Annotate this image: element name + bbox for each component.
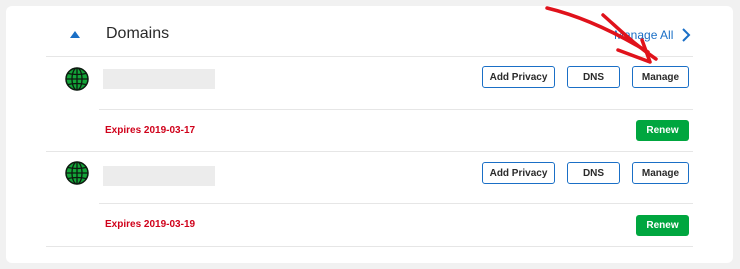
add-privacy-button[interactable]: Add Privacy xyxy=(482,162,555,184)
dns-button[interactable]: DNS xyxy=(567,66,620,88)
domain-name-placeholder xyxy=(103,166,215,186)
domain-divider xyxy=(46,151,693,152)
section-header: Domains Manage All xyxy=(6,6,733,56)
globe-icon xyxy=(65,67,89,91)
row-divider xyxy=(99,109,693,110)
collapse-up-icon[interactable] xyxy=(70,31,80,38)
add-privacy-button[interactable]: Add Privacy xyxy=(482,66,555,88)
chevron-right-icon[interactable] xyxy=(681,28,691,42)
header-divider xyxy=(46,56,693,57)
domain-name-placeholder xyxy=(103,69,215,89)
manage-all-link[interactable]: Manage All xyxy=(614,28,673,42)
expiry-date: Expires 2019-03-17 xyxy=(105,125,196,136)
section-title: Domains xyxy=(106,25,170,42)
manage-button[interactable]: Manage xyxy=(632,66,689,88)
expiry-date: Expires 2019-03-19 xyxy=(105,219,196,230)
renew-button[interactable]: Renew xyxy=(636,120,689,141)
globe-icon xyxy=(65,161,89,185)
dns-button[interactable]: DNS xyxy=(567,162,620,184)
section-bottom-divider xyxy=(46,246,693,247)
row-divider xyxy=(99,203,693,204)
manage-button[interactable]: Manage xyxy=(632,162,689,184)
domains-card: Domains Manage All Add Privacy DNS Manag… xyxy=(6,6,733,263)
renew-button[interactable]: Renew xyxy=(636,215,689,236)
